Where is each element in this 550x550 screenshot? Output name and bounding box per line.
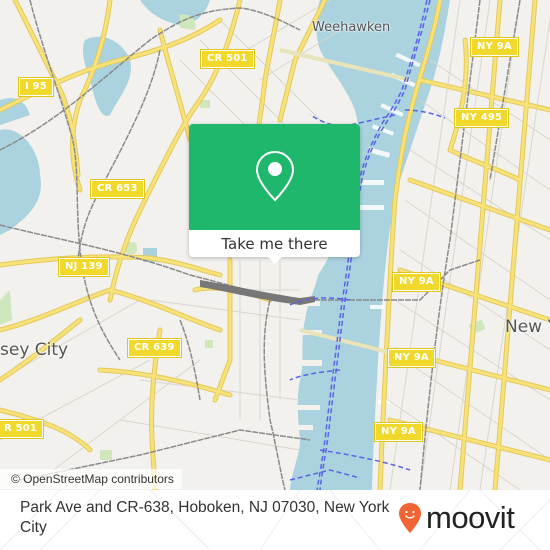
- i95-shield: I 95: [18, 77, 54, 97]
- nj139-shield: NJ 139: [58, 257, 110, 277]
- jersey-city-label: sey City: [0, 340, 69, 360]
- ny495-shield: NY 495: [453, 108, 510, 128]
- location-pin-icon: [255, 150, 294, 202]
- cr501-north-shield: CR 501: [200, 49, 255, 69]
- ny9a-shield-3: NY 9A: [387, 348, 436, 368]
- map-attribution[interactable]: © OpenStreetMap contributors: [0, 469, 182, 489]
- moovit-smiley-pin-icon: [399, 503, 421, 533]
- ny9a-shield-4: NY 9A: [374, 422, 423, 442]
- map-canvas[interactable]: Weehawken New Y sey City I 95 CR 501 CR …: [0, 0, 550, 550]
- cr639-shield: CR 639: [127, 338, 182, 358]
- location-popup: Take me there: [189, 124, 360, 264]
- ny9a-shield-1: NY 9A: [470, 37, 519, 57]
- popup-header[interactable]: [189, 124, 360, 230]
- cr501-south-shield: R 501: [0, 419, 45, 439]
- popup-pointer: [267, 256, 283, 264]
- moovit-wordmark: moovit: [426, 500, 515, 535]
- footer: Park Ave and CR-638, Hoboken, NJ 07030, …: [0, 490, 550, 550]
- moovit-logo[interactable]: moovit: [398, 498, 515, 538]
- weehawken-label: Weehawken: [312, 20, 391, 35]
- cr653-shield: CR 653: [90, 179, 145, 199]
- take-me-there-button[interactable]: Take me there: [189, 230, 360, 257]
- new-york-label: New Y: [505, 317, 550, 337]
- ny9a-shield-2: NY 9A: [392, 272, 441, 292]
- address-text: Park Ave and CR-638, Hoboken, NJ 07030, …: [20, 499, 390, 536]
